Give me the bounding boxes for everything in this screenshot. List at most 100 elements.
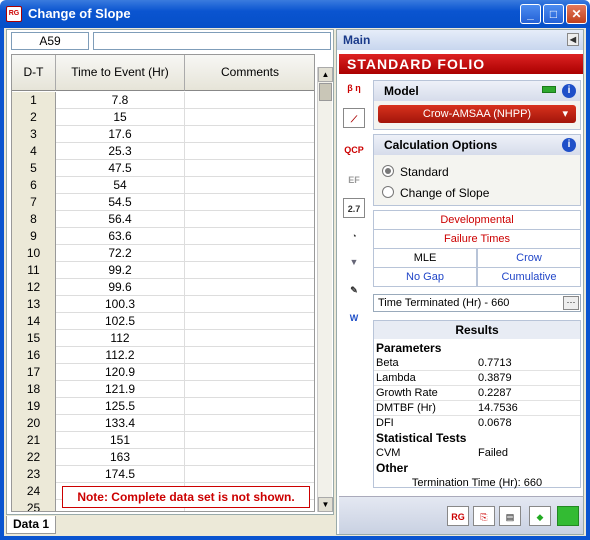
table-row[interactable]: 20 133.4 [12,415,314,432]
comments-cell[interactable] [185,381,314,398]
no-gap-option[interactable]: No Gap [373,267,477,287]
table-row[interactable]: 17 120.9 [12,364,314,381]
row-number[interactable]: 18 [12,381,56,398]
comments-cell[interactable] [185,177,314,194]
table-row[interactable]: 5 47.5 [12,160,314,177]
time-to-event-cell[interactable]: 102.5 [56,313,185,330]
green-bar-icon[interactable] [557,506,579,526]
table-row[interactable]: 21 151 [12,432,314,449]
table-row[interactable]: 22 163 [12,449,314,466]
time-to-event-cell[interactable]: 7.8 [56,92,185,109]
row-number[interactable]: 4 [12,143,56,160]
table-row[interactable]: 14 102.5 [12,313,314,330]
time-to-event-cell[interactable]: 99.6 [56,279,185,296]
comments-cell[interactable] [185,245,314,262]
table-row[interactable]: 23 174.5 [12,466,314,483]
time-to-event-cell[interactable]: 100.3 [56,296,185,313]
row-number[interactable]: 23 [12,466,56,483]
calc-info-icon[interactable]: i [562,138,576,152]
row-number[interactable]: 5 [12,160,56,177]
comments-cell[interactable] [185,194,314,211]
row-number[interactable]: 11 [12,262,56,279]
time-to-event-cell[interactable]: 54.5 [56,194,185,211]
row-number[interactable]: 1 [12,92,56,109]
comments-cell[interactable] [185,415,314,432]
time-to-event-cell[interactable]: 25.3 [56,143,185,160]
qcp-icon[interactable]: QCP [343,140,365,160]
time-to-event-cell[interactable]: 174.5 [56,466,185,483]
radio-standard[interactable] [382,165,394,177]
table-row[interactable]: 4 25.3 [12,143,314,160]
comments-cell[interactable] [185,347,314,364]
time-to-event-cell[interactable]: 56.4 [56,211,185,228]
row-number[interactable]: 10 [12,245,56,262]
table-row[interactable]: 6 54 [12,177,314,194]
comments-cell[interactable] [185,296,314,313]
table-row[interactable]: 16 112.2 [12,347,314,364]
row-number[interactable]: 14 [12,313,56,330]
comments-cell[interactable] [185,262,314,279]
time-to-event-cell[interactable]: 133.4 [56,415,185,432]
comments-cell[interactable] [185,211,314,228]
developmental-option[interactable]: Developmental [373,210,581,230]
time-to-event-cell[interactable]: 112.2 [56,347,185,364]
cumulative-option[interactable]: Cumulative [477,267,581,287]
mle-option[interactable]: MLE [373,248,477,268]
table-row[interactable]: 13 100.3 [12,296,314,313]
time-to-event-cell[interactable]: 17.6 [56,126,185,143]
column-header-comments[interactable]: Comments [185,55,314,91]
time-to-event-cell[interactable]: 125.5 [56,398,185,415]
time-to-event-cell[interactable]: 63.6 [56,228,185,245]
row-number[interactable]: 16 [12,347,56,364]
table-row[interactable]: 7 54.5 [12,194,314,211]
parameters-icon[interactable]: β η [343,78,365,98]
row-number[interactable]: 8 [12,211,56,228]
app-logo-icon[interactable]: RG [447,506,469,526]
time-to-event-cell[interactable]: 47.5 [56,160,185,177]
comments-cell[interactable] [185,143,314,160]
time-to-event-cell[interactable]: 120.9 [56,364,185,381]
scroll-thumb[interactable] [319,83,332,101]
time-to-event-cell[interactable]: 54 [56,177,185,194]
data-grid[interactable]: D-T Time to Event (Hr) Comments 1 7.8 2 15 3… [11,54,315,512]
time-to-event-cell[interactable]: 72.2 [56,245,185,262]
row-number[interactable]: 21 [12,432,56,449]
comments-cell[interactable] [185,432,314,449]
row-number[interactable]: 2 [12,109,56,126]
time-to-event-cell[interactable]: 15 [56,109,185,126]
ef-icon[interactable]: EF [343,170,365,190]
comments-cell[interactable] [185,449,314,466]
table-row[interactable]: 9 63.6 [12,228,314,245]
time-to-event-cell[interactable]: 151 [56,432,185,449]
time-to-event-cell[interactable]: 112 [56,330,185,347]
comments-cell[interactable] [185,313,314,330]
cell-value-input[interactable] [93,32,331,50]
scroll-down-icon[interactable]: ▼ [318,497,333,512]
column-header-dt[interactable]: D-T [12,55,56,91]
model-info-icon[interactable]: i [562,84,576,98]
vertical-scrollbar[interactable]: ▲ ▼ [317,67,333,512]
table-row[interactable]: 11 99.2 [12,262,314,279]
table-row[interactable]: 2 15 [12,109,314,126]
plot-icon[interactable]: ⟋ [343,108,365,128]
row-number[interactable]: 17 [12,364,56,381]
failure-times-option[interactable]: Failure Times [373,229,581,249]
row-number[interactable]: 3 [12,126,56,143]
comments-cell[interactable] [185,330,314,347]
comments-cell[interactable] [185,109,314,126]
time-terminated-field[interactable]: Time Terminated (Hr) - 660 ··· [373,294,581,312]
comments-cell[interactable] [185,466,314,483]
model-select[interactable]: Crow-AMSAA (NHPP) ▾ [378,105,576,123]
row-number[interactable]: 22 [12,449,56,466]
table-row[interactable]: 18 121.9 [12,381,314,398]
radio-change-of-slope[interactable] [382,186,394,198]
scroll-up-icon[interactable]: ▲ [318,67,333,82]
comments-cell[interactable] [185,126,314,143]
cell-reference-box[interactable]: A59 [11,32,89,50]
table-row[interactable]: 12 99.6 [12,279,314,296]
table-row[interactable]: 8 56.4 [12,211,314,228]
comments-cell[interactable] [185,92,314,109]
column-header-time[interactable]: Time to Event (Hr) [56,55,185,91]
row-number[interactable]: 15 [12,330,56,347]
row-number[interactable]: 13 [12,296,56,313]
